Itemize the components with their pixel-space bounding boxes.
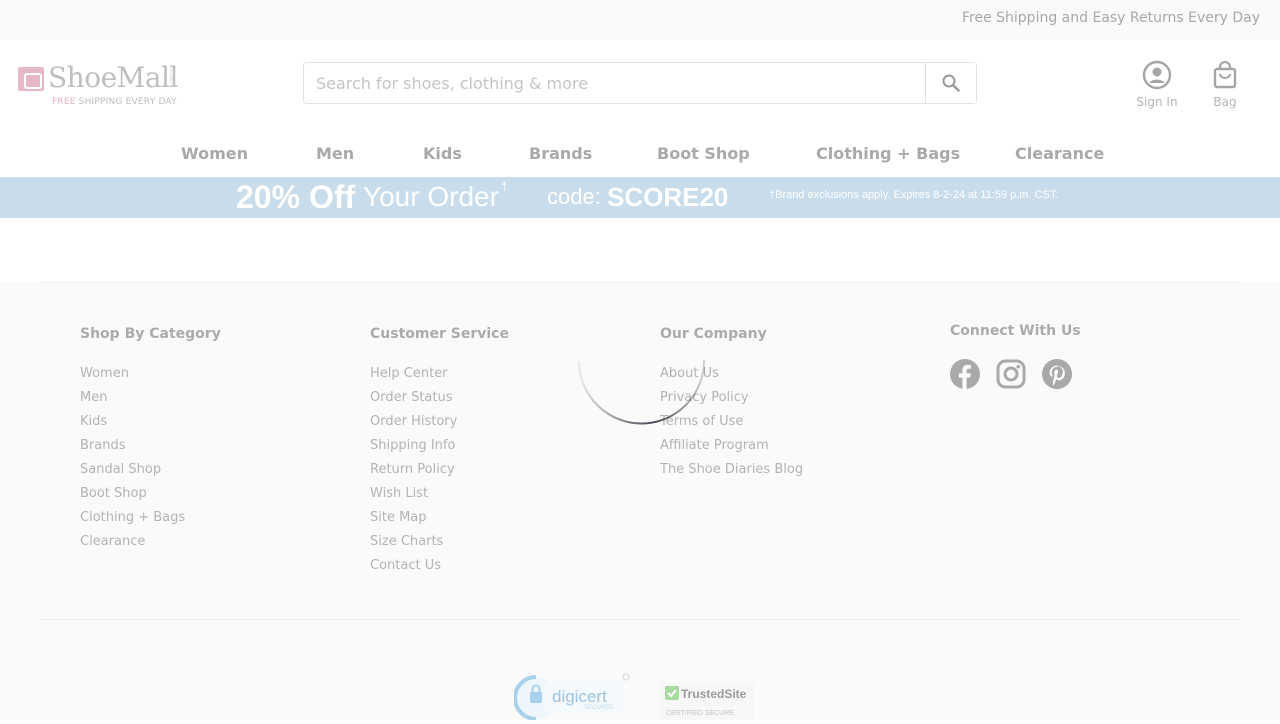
nav-item-women[interactable]: Women	[181, 144, 248, 163]
footer-heading: Customer Service	[370, 326, 509, 342]
top-announcement-bar: Free Shipping and Easy Returns Every Day	[0, 0, 1280, 40]
security-badges: digicert SECURED TrustedSite CERTIFIED S…	[0, 672, 1280, 721]
footer-link-women[interactable]: Women	[80, 364, 221, 388]
footer-heading: Shop By Category	[80, 326, 221, 342]
nav-item-boot-shop[interactable]: Boot Shop	[657, 144, 750, 163]
site-header: ShoeMall .com FREE SHIPPING EVERY DAY Si…	[0, 40, 1280, 130]
nav-item-clearance[interactable]: Clearance	[1015, 144, 1104, 163]
nav-item-clothing-bags[interactable]: Clothing + Bags	[816, 144, 960, 163]
footer-link-men[interactable]: Men	[80, 388, 221, 412]
promo-your-order: Your Order	[363, 181, 499, 212]
digicert-text: digicert	[552, 687, 607, 706]
shoemall-logo[interactable]: ShoeMall .com FREE SHIPPING EVERY DAY	[18, 61, 188, 109]
footer-heading: Connect With Us	[950, 323, 1081, 339]
promo-banner[interactable]: 20% Off Your Order † code: SCORE20 †Bran…	[0, 177, 1280, 218]
footer-link-kids[interactable]: Kids	[80, 412, 221, 436]
free-shipping-message: Free Shipping and Easy Returns Every Day	[961, 10, 1260, 26]
footer-link-shoe-diaries-blog[interactable]: The Shoe Diaries Blog	[660, 460, 803, 484]
logo-tagline: FREE SHIPPING EVERY DAY	[52, 97, 177, 107]
search-button[interactable]	[925, 63, 976, 103]
social-links	[950, 359, 1081, 389]
loading-spinner-icon	[578, 359, 706, 425]
bag-button[interactable]: Bag	[1195, 60, 1255, 112]
promo-discount: 20% Off	[236, 179, 356, 215]
footer-column-customer-service: Customer Service Help Center Order Statu…	[370, 326, 509, 580]
search-icon	[942, 74, 960, 92]
trustedsite-sub-text: CERTIFIED SECURE	[666, 710, 734, 717]
footer-divider-top	[40, 282, 1240, 283]
footer-link-clearance[interactable]: Clearance	[80, 532, 221, 556]
main-navigation: Women Men Kids Brands Boot Shop Clothing…	[0, 134, 1280, 176]
pinterest-icon[interactable]	[1042, 359, 1072, 389]
logo-mark-icon	[18, 67, 44, 91]
footer-link-help-center[interactable]: Help Center	[370, 364, 509, 388]
footer-link-order-status[interactable]: Order Status	[370, 388, 509, 412]
footer-link-size-charts[interactable]: Size Charts	[370, 532, 509, 556]
search-input[interactable]	[304, 63, 926, 103]
bag-label: Bag	[1213, 95, 1237, 109]
footer-divider-bottom	[40, 619, 1240, 620]
footer-column-shop-by-category: Shop By Category Women Men Kids Brands S…	[80, 326, 221, 556]
footer-link-sandal-shop[interactable]: Sandal Shop	[80, 460, 221, 484]
promo-code-label: code:	[547, 184, 601, 209]
sign-in-label: Sign In	[1136, 95, 1178, 109]
footer-link-site-map[interactable]: Site Map	[370, 508, 509, 532]
trustedsite-badge[interactable]: TrustedSite CERTIFIED SECURE	[660, 682, 754, 720]
footer-link-order-history[interactable]: Order History	[370, 412, 509, 436]
digicert-badge[interactable]: digicert SECURED	[513, 672, 632, 721]
promo-fine-print: †Brand exclusions apply. Expires 8-2-24 …	[769, 189, 1059, 201]
footer-column-connect: Connect With Us	[950, 323, 1081, 389]
promo-dagger: †	[501, 179, 508, 193]
account-icon	[1142, 60, 1172, 90]
digicert-sub-text: SECURED	[584, 705, 614, 711]
footer-link-affiliate-program[interactable]: Affiliate Program	[660, 436, 803, 460]
footer-link-contact-us[interactable]: Contact Us	[370, 556, 509, 580]
footer-link-wish-list[interactable]: Wish List	[370, 484, 509, 508]
shopping-bag-icon	[1213, 60, 1237, 89]
instagram-icon[interactable]	[996, 359, 1026, 389]
logo-dotcom: .com	[168, 67, 177, 87]
logo-wordmark: ShoeMall	[48, 61, 178, 94]
footer-link-brands[interactable]: Brands	[80, 436, 221, 460]
sign-in-button[interactable]: Sign In	[1127, 60, 1187, 112]
facebook-icon[interactable]	[950, 359, 980, 389]
nav-item-men[interactable]: Men	[316, 144, 354, 163]
footer-link-shipping-info[interactable]: Shipping Info	[370, 436, 509, 460]
nav-item-brands[interactable]: Brands	[529, 144, 592, 163]
promo-code-value: SCORE20	[607, 182, 729, 212]
search-bar	[303, 62, 977, 104]
footer-link-boot-shop[interactable]: Boot Shop	[80, 484, 221, 508]
footer-link-return-policy[interactable]: Return Policy	[370, 460, 509, 484]
trustedsite-text: TrustedSite	[681, 687, 747, 701]
nav-item-kids[interactable]: Kids	[423, 144, 462, 163]
footer-link-clothing-bags[interactable]: Clothing + Bags	[80, 508, 221, 532]
